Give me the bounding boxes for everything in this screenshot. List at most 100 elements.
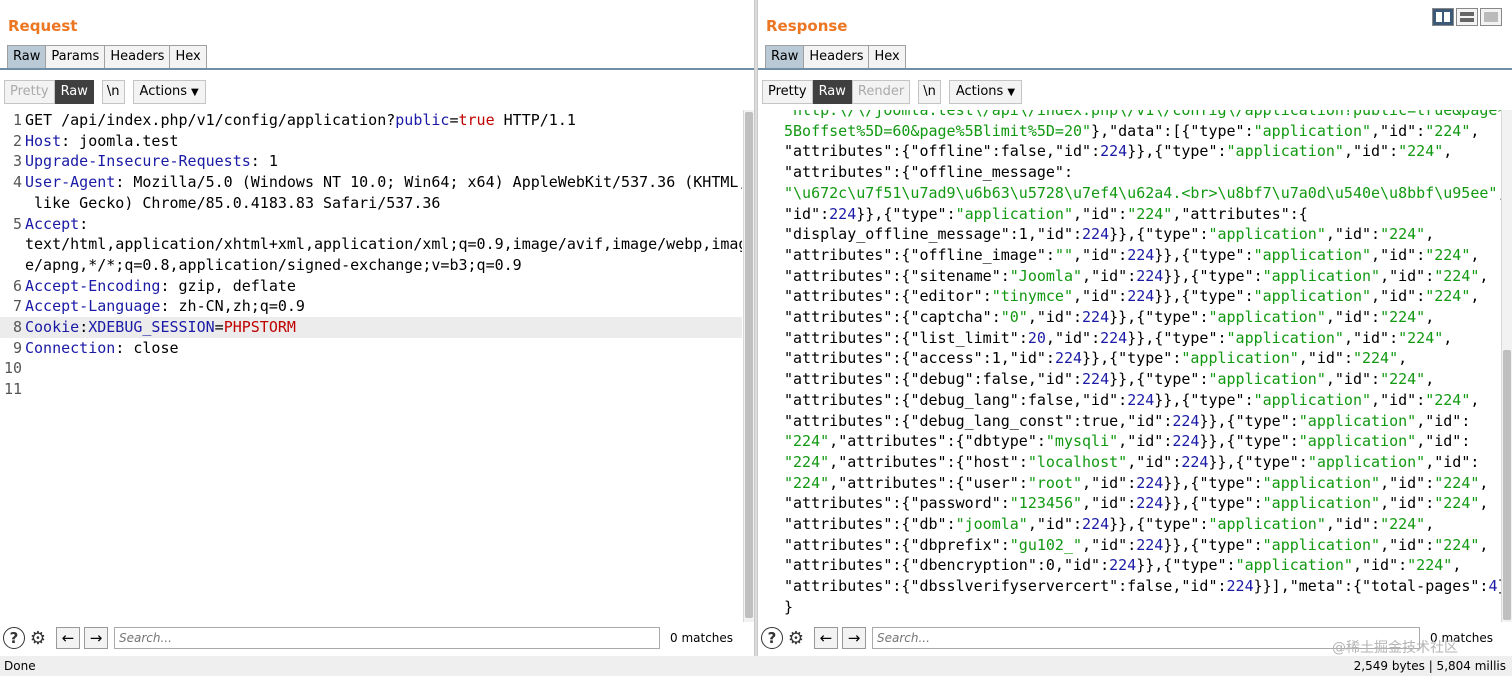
request-actions-button[interactable]: Actions ▼	[132, 80, 206, 104]
response-newline-toggle[interactable]: \n	[918, 80, 941, 104]
status-text: Done	[4, 659, 36, 673]
response-tabs: Raw Headers Hex	[765, 45, 906, 69]
request-matches-count: 0 matches	[670, 631, 734, 645]
request-tabs: Raw Params Headers Hex	[7, 45, 207, 69]
response-pretty-button[interactable]: Pretty	[762, 80, 813, 104]
help-icon[interactable]: ?	[2, 626, 26, 650]
response-line: "attributes":{"editor":"tinymce","id":22…	[784, 287, 1480, 306]
response-line: "attributes":{"access":1,"id":224}},{"ty…	[784, 349, 1408, 368]
response-line: 5Boffset%5D=60&page%5Blimit%5D=20"},"dat…	[784, 121, 1480, 140]
help-icon[interactable]: ?	[760, 626, 784, 650]
line-number: 7	[12, 297, 22, 316]
response-tab-headers[interactable]: Headers	[803, 45, 870, 69]
response-line: "attributes":{"db":"joomla","id":224}},{…	[784, 515, 1435, 533]
response-editor[interactable]: http:\/\/joomla.test\/api\/index.php\/v1…	[758, 110, 1502, 622]
gear-icon[interactable]: ⚙	[784, 626, 808, 650]
layout-tabs-icon[interactable]	[1480, 8, 1502, 26]
response-line: }	[784, 597, 794, 616]
line-number: 9	[12, 338, 22, 357]
response-line: "224","attributes":{"user":"root","id":2…	[784, 473, 1489, 492]
response-tab-raw[interactable]: Raw	[765, 45, 805, 69]
request-actions-label: Actions	[139, 84, 188, 99]
response-line: "\u672c\u7f51\u7ad9\u6b63\u5728\u7ef4\u6…	[784, 183, 1502, 202]
response-line: "attributes":{"dbencryption":0,"id":224}…	[784, 556, 1462, 575]
request-line: Upgrade-Insecure-Requests: 1	[25, 152, 278, 171]
request-line: Accept:	[25, 214, 89, 233]
arrow-right-icon[interactable]: →	[84, 627, 108, 649]
request-tab-divider	[0, 68, 754, 70]
response-line: "224","attributes":{"host":"localhost","…	[784, 452, 1480, 471]
chevron-down-icon: ▼	[191, 87, 199, 98]
response-line: "attributes":{"debug":false,"id":224}},{…	[784, 370, 1435, 389]
request-scrollbar-thumb[interactable]	[745, 112, 753, 618]
response-pane: Response Raw Headers Hex Pretty Raw Rend…	[758, 0, 1512, 656]
request-tab-headers[interactable]: Headers	[104, 45, 171, 69]
request-tab-params[interactable]: Params	[45, 45, 106, 69]
request-tab-hex[interactable]: Hex	[169, 45, 207, 69]
request-line: Cookie:XDEBUG_SESSION=PHPSTORM	[25, 318, 296, 336]
request-line: Accept-Encoding: gzip, deflate	[25, 276, 296, 295]
layout-buttons	[1430, 8, 1502, 26]
response-line: "attributes":{"password":"123456","id":2…	[784, 494, 1489, 513]
response-line: "display_offline_message":1,"id":224}},{…	[784, 225, 1435, 244]
arrow-left-icon[interactable]: ←	[56, 627, 80, 649]
request-newline-toggle[interactable]: \n	[101, 80, 125, 104]
request-pane: Request Raw Params Headers Hex Pretty Ra…	[0, 0, 755, 656]
response-line: "attributes":{"dbsslverifyservercert":fa…	[784, 577, 1502, 596]
request-editor[interactable]: 1 GET /api/index.php/v1/config/applicatio…	[0, 110, 742, 622]
response-line: "attributes":{"offline_message":	[784, 163, 1073, 182]
response-line: "attributes":{"list_limit":20,"id":224}}…	[784, 328, 1453, 347]
arrow-right-icon[interactable]: →	[842, 627, 866, 649]
line-number: 4	[12, 173, 22, 192]
response-actions-button[interactable]: Actions ▼	[948, 80, 1023, 104]
response-scrollbar-thumb[interactable]	[1503, 350, 1511, 620]
request-line: text/html,application/xhtml+xml,applicat…	[25, 235, 742, 254]
line-number: 3	[12, 152, 22, 171]
response-line: "attributes":{"dbprefix":"gu102_","id":2…	[784, 535, 1489, 554]
status-bar: Done 2,549 bytes | 5,804 millis	[0, 656, 1512, 676]
response-line: "attributes":{"offline_image":"","id":22…	[784, 245, 1480, 264]
request-line: GET /api/index.php/v1/config/application…	[25, 111, 576, 129]
request-pretty-button[interactable]: Pretty	[4, 80, 55, 104]
response-line: "attributes":{"sitename":"Joomla","id":2…	[784, 266, 1489, 285]
chevron-down-icon: ▼	[1007, 87, 1016, 98]
response-tab-divider	[758, 68, 1512, 70]
request-search-input[interactable]	[114, 627, 660, 649]
response-line: "attributes":{"offline":false,"id":224}}…	[784, 142, 1453, 161]
request-line: Accept-Language: zh-CN,zh;q=0.9	[25, 297, 305, 316]
gear-icon[interactable]: ⚙	[26, 626, 50, 650]
layout-stacked-icon[interactable]	[1456, 8, 1478, 26]
line-number: 2	[12, 131, 22, 150]
response-actions-label: Actions	[955, 84, 1004, 99]
line-number: 5	[12, 214, 22, 233]
response-line: "attributes":{"debug_lang_const":true,"i…	[784, 411, 1471, 430]
response-line: "attributes":{"debug_lang":false,"id":22…	[784, 390, 1480, 409]
watermark: @稀土掘金技术社区	[1332, 640, 1458, 656]
request-line: Host: joomla.test	[25, 131, 179, 150]
request-line: User-Agent: Mozilla/5.0 (Windows NT 10.0…	[25, 173, 742, 192]
request-tab-raw[interactable]: Raw	[7, 45, 47, 69]
response-line: http:\/\/joomla.test\/api\/index.php\/v1…	[784, 110, 1502, 119]
request-line: Connection: close	[25, 338, 179, 357]
line-number: 10	[3, 359, 22, 378]
response-size-timing: 2,549 bytes | 5,804 millis	[1353, 659, 1506, 673]
response-toolbar: Pretty Raw Render \n Actions ▼	[762, 80, 1023, 104]
request-raw-button[interactable]: Raw	[54, 80, 94, 104]
line-number: 11	[3, 380, 22, 399]
response-scrollbar[interactable]	[1501, 110, 1512, 622]
response-line: "attributes":{"captcha":"0","id":224}},{…	[784, 308, 1435, 326]
response-tab-hex[interactable]: Hex	[868, 45, 906, 69]
request-title: Request	[8, 17, 78, 35]
layout-side-by-side-icon[interactable]	[1432, 8, 1454, 26]
line-number: 8	[12, 318, 22, 336]
response-line: "224","attributes":{"dbtype":"mysqli","i…	[784, 432, 1471, 451]
request-line: e/apng,*/*;q=0.8,application/signed-exch…	[25, 255, 522, 274]
arrow-left-icon[interactable]: ←	[814, 627, 838, 649]
line-number: 1	[12, 111, 22, 129]
response-render-button[interactable]: Render	[851, 80, 911, 104]
response-raw-button[interactable]: Raw	[812, 80, 852, 104]
request-toolbar: Pretty Raw \n Actions ▼	[4, 80, 206, 104]
response-line: "id":224}},{"type":"application","id":"2…	[784, 204, 1308, 223]
request-line: like Gecko) Chrome/85.0.4183.83 Safari/5…	[25, 193, 441, 212]
response-title: Response	[766, 17, 848, 35]
